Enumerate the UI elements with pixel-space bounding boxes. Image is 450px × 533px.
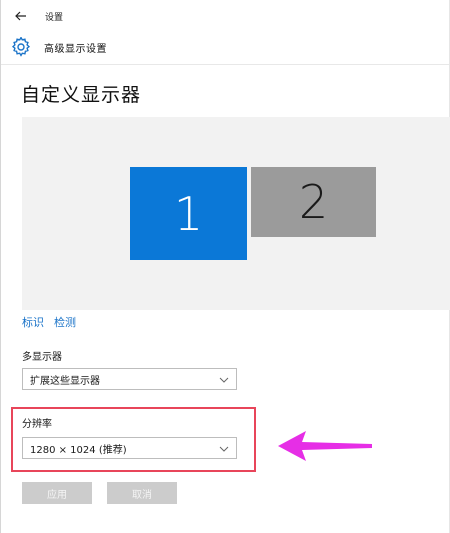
apply-button[interactable]: 应用 (22, 482, 92, 504)
monitor-1[interactable]: 1 (130, 167, 247, 260)
resolution-value: 1280 × 1024 (推荐) (30, 444, 127, 456)
page-title: 自定义显示器 (21, 84, 142, 106)
multiple-displays-value: 扩展这些显示器 (30, 375, 100, 387)
chevron-down-icon (219, 446, 229, 452)
monitor-arrangement-area: 1 2 (22, 117, 450, 310)
pointer-arrow-icon (278, 431, 372, 461)
multiple-displays-dropdown[interactable]: 扩展这些显示器 (22, 368, 237, 390)
chevron-down-icon (219, 377, 229, 383)
settings-window: 设置 高级显示设置 自定义显示器 1 2 标识 检测 多显示器 扩展这些显示器 (0, 0, 450, 533)
back-arrow-icon[interactable] (5, 0, 37, 32)
multiple-displays-label: 多显示器 (22, 352, 62, 363)
monitor-2[interactable]: 2 (251, 167, 376, 237)
resolution-label: 分辨率 (22, 419, 52, 430)
page-header: 高级显示设置 (1, 32, 449, 62)
gear-icon (10, 36, 32, 58)
header-divider (1, 64, 449, 65)
header-title: 高级显示设置 (44, 43, 107, 55)
identify-link[interactable]: 标识 (22, 314, 44, 330)
resolution-dropdown[interactable]: 1280 × 1024 (推荐) (22, 437, 237, 459)
detect-link[interactable]: 检测 (54, 314, 76, 330)
cancel-button[interactable]: 取消 (107, 482, 177, 504)
monitor-links: 标识 检测 (22, 314, 76, 330)
nav-title: 设置 (45, 12, 64, 23)
nav-bar: 设置 (1, 0, 449, 32)
